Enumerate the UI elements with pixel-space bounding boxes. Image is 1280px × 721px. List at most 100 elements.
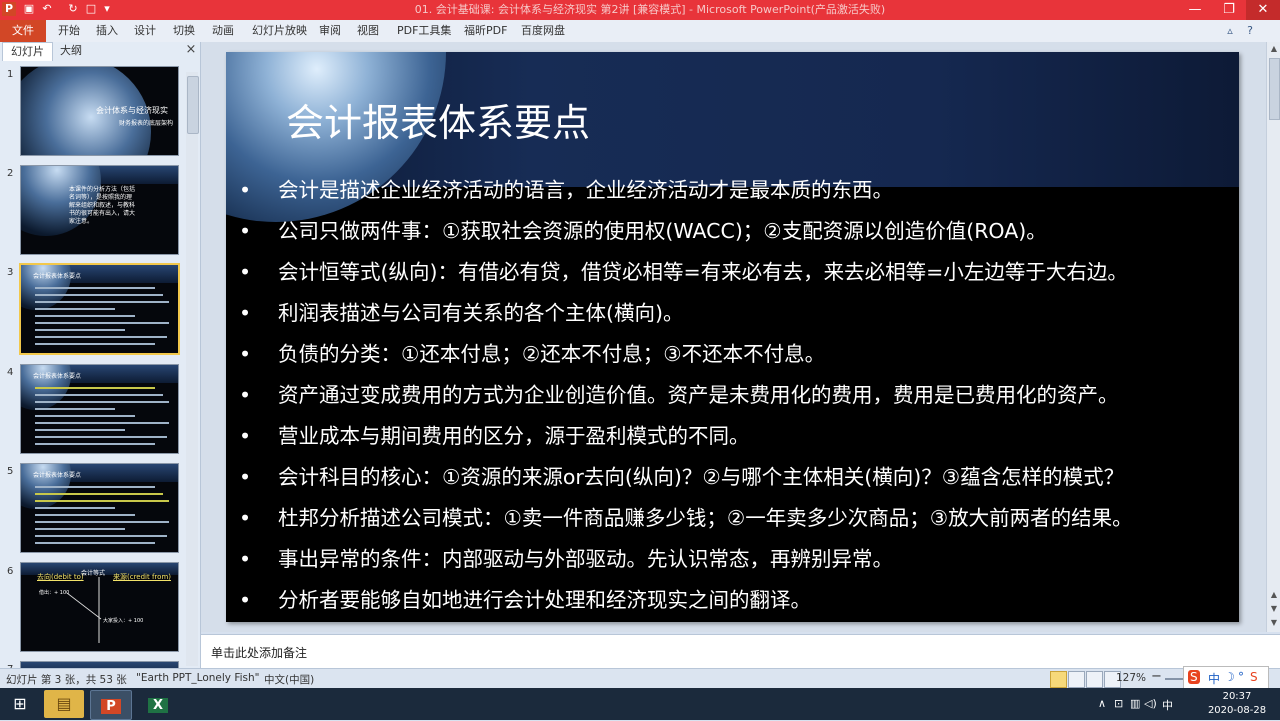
thumb-title: 会计报表体系要点 <box>33 273 82 280</box>
bullet-dot: • <box>238 342 252 366</box>
notes-pane[interactable]: 单击此处添加备注 <box>201 634 1280 669</box>
current-slide[interactable]: 会计报表体系要点 • 会计是描述企业经济活动的语言，企业经济活动才是最本质的东西。… <box>226 52 1239 622</box>
tab-home[interactable]: 开始 <box>58 20 80 42</box>
clock-time: 20:37 <box>1222 691 1252 702</box>
powerpoint-app-icon[interactable]: P <box>2 2 16 16</box>
tray-overflow-icon[interactable]: ∧ <box>1098 697 1106 710</box>
tab-insert[interactable]: 插入 <box>96 20 118 42</box>
slide-thumbnail-4[interactable]: 会计报表体系要点 <box>20 364 179 454</box>
tab-baidu-netdisk[interactable]: 百度网盘 <box>521 20 565 42</box>
tab-slideshow[interactable]: 幻灯片放映 <box>252 20 307 42</box>
close-icon[interactable]: ✕ <box>1246 0 1280 20</box>
powerpoint-taskbar-icon[interactable]: P <box>90 690 132 720</box>
tray-volume-icon[interactable]: ◁) <box>1144 697 1157 710</box>
ime-moon-icon[interactable]: ☽ <box>1224 670 1235 684</box>
file-explorer-icon[interactable]: ▤ <box>44 690 84 718</box>
title-bar: P ▣ ↶ ↻ □ ▾ 01. 会计基础课: 会计体系与经济现实 第2讲 [兼容… <box>0 0 1280 20</box>
excel-taskbar-icon[interactable]: X <box>138 690 178 718</box>
bullet-text: 会计科目的核心：①资源的来源or去向(纵向)？②与哪个主体相关(横向)？③蕴含怎… <box>278 465 1125 489</box>
slide-thumbnail-3[interactable]: 会计报表体系要点 <box>19 263 180 355</box>
slide-number: 2 <box>7 168 14 179</box>
thumb-diagram-lines <box>66 577 102 643</box>
slide-thumbnail-5[interactable]: 会计报表体系要点 <box>20 463 179 553</box>
bullet-dot: • <box>238 424 252 448</box>
minimize-ribbon-icon[interactable]: ▵ <box>1222 23 1238 39</box>
windows-start-icon[interactable]: ⊞ <box>0 690 40 718</box>
status-bar: 幻灯片 第 3 张，共 53 张 "Earth PPT_Lonely Fish"… <box>0 668 1280 689</box>
slide-count-status: 幻灯片 第 3 张，共 53 张 <box>6 674 127 686</box>
save-icon[interactable]: ▣ <box>22 2 36 16</box>
bullet-text: 会计是描述企业经济活动的语言，企业经济活动才是最本质的东西。 <box>278 178 893 202</box>
bullet-text: 公司只做两件事：①获取社会资源的使用权(WACC)；②支配资源以创造价值(ROA… <box>278 219 1047 243</box>
tray-ime-icon[interactable]: 中 <box>1162 697 1173 713</box>
tab-animations[interactable]: 动画 <box>212 20 234 42</box>
vertical-scrollbar[interactable]: ▲ ▲ ▼ ▼ <box>1266 42 1280 632</box>
ime-toolbar[interactable]: S 中 ☽ ° S <box>1183 666 1269 690</box>
ime-punctuation-icon[interactable]: ° <box>1238 670 1244 684</box>
bullet-dot: • <box>238 260 252 284</box>
bullet-dot: • <box>238 465 252 489</box>
thumbnail-scrollbar[interactable] <box>186 72 199 666</box>
tab-outline[interactable]: 大纲 <box>52 42 90 60</box>
slide-thumbnail-6[interactable]: 去向(debit to) 会计等式 来源(credit from) 借出：+ 1… <box>20 562 179 652</box>
restore-icon[interactable]: ❐ <box>1212 0 1246 20</box>
ime-language-icon[interactable]: 中 <box>1208 670 1220 687</box>
notes-placeholder[interactable]: 单击此处添加备注 <box>211 644 307 661</box>
bullet-text: 资产通过变成费用的方式为企业创造价值。资产是未费用化的费用，费用是已费用化的资产… <box>278 383 1119 407</box>
bullet-dot: • <box>238 383 252 407</box>
tab-review[interactable]: 审阅 <box>319 20 341 42</box>
help-icon[interactable]: ? <box>1242 23 1258 39</box>
bullet-dot: • <box>238 178 252 202</box>
tab-pdf-tools[interactable]: PDF工具集 <box>397 20 451 42</box>
slide-number: 6 <box>7 566 14 577</box>
sogou-logo-icon[interactable]: S <box>1188 670 1200 684</box>
bullet-dot: • <box>238 219 252 243</box>
thumb-title: 会计报表体系要点 <box>33 373 82 380</box>
window-title: 01. 会计基础课: 会计体系与经济现实 第2讲 [兼容模式] - Micros… <box>414 3 886 16</box>
scroll-down-icon[interactable]: ▼ <box>1267 616 1280 630</box>
tab-foxit-pdf[interactable]: 福昕PDF <box>464 20 507 42</box>
tab-transitions[interactable]: 切换 <box>173 20 195 42</box>
scroll-thumb[interactable] <box>1269 58 1280 120</box>
tray-network-icon[interactable]: ⊡ <box>1114 697 1123 710</box>
tab-view[interactable]: 视图 <box>357 20 379 42</box>
bullet-dot: • <box>238 301 252 325</box>
normal-view-icon[interactable] <box>1050 671 1067 688</box>
bullet-dot: • <box>238 588 252 612</box>
slide-number: 5 <box>7 466 14 477</box>
tab-design[interactable]: 设计 <box>134 20 156 42</box>
slide-thumbnail-2[interactable]: 本课件的分析方法（包括名词等），是按照我的理解来组织和叙述，与教科书的很可能有出… <box>20 165 179 255</box>
slide-title[interactable]: 会计报表体系要点 <box>286 92 590 147</box>
zoom-out-icon[interactable]: − <box>1151 669 1162 684</box>
bullet-text: 营业成本与期间费用的区分，源于盈利模式的不同。 <box>278 424 750 448</box>
reading-view-icon[interactable] <box>1086 671 1103 688</box>
bullet-text: 会计恒等式(纵向)：有借必有贷，借贷必相等=有来必有去，来去必相等=小左边等于大… <box>278 260 1128 284</box>
slide-editing-area: 会计报表体系要点 • 会计是描述企业经济活动的语言，企业经济活动才是最本质的东西。… <box>201 42 1266 632</box>
bullet-text: 负债的分类：①还本付息；②还本不付息；③不还本不付息。 <box>278 342 826 366</box>
scroll-up-page-icon[interactable]: ▲ <box>1267 588 1280 602</box>
tab-file[interactable]: 文件 <box>0 20 46 42</box>
ime-skin-icon[interactable]: S <box>1250 670 1258 684</box>
bullet-text: 利润表描述与公司有关系的各个主体(横向)。 <box>278 301 684 325</box>
new-file-icon[interactable]: □ <box>84 2 98 16</box>
undo-icon[interactable]: ↶ <box>40 2 54 16</box>
redo-icon[interactable]: ↻ <box>66 2 80 16</box>
scroll-up-icon[interactable]: ▲ <box>1267 42 1280 56</box>
language-status[interactable]: 中文(中国) <box>264 672 314 687</box>
slide-thumbnail-1[interactable]: 会计体系与经济现实 财务报表的底层架构 <box>20 66 179 156</box>
scroll-down-page-icon[interactable]: ▼ <box>1267 602 1280 616</box>
minimize-icon[interactable]: — <box>1178 0 1212 20</box>
zoom-level[interactable]: 127% <box>1116 672 1146 684</box>
taskbar-clock[interactable]: 20:37 2020-08-28 <box>1200 690 1274 718</box>
close-pane-icon[interactable]: × <box>184 43 198 57</box>
tab-slides[interactable]: 幻灯片 <box>2 42 53 61</box>
ribbon-tab-bar: 文件 开始 插入 设计 切换 动画 幻灯片放映 审阅 视图 PDF工具集 福昕P… <box>0 20 1280 43</box>
slide-number: 3 <box>7 267 14 278</box>
tray-battery-icon[interactable]: ▥ <box>1130 697 1140 710</box>
thumb-title: 会计报表体系要点 <box>33 472 82 479</box>
taskbar: ⊞ ▤ P X ∧ ⊡ ▥ ◁) 中 20:37 2020-08-28 <box>0 688 1280 720</box>
slide-number: 4 <box>7 367 14 378</box>
slide-number: 1 <box>7 69 14 80</box>
slide-sorter-view-icon[interactable] <box>1068 671 1085 688</box>
bullet-dot: • <box>238 547 252 571</box>
